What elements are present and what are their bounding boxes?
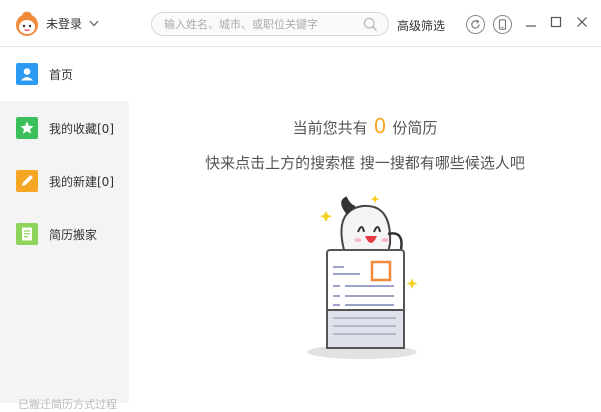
advanced-filter-button[interactable]: 高级筛选 xyxy=(397,17,445,34)
sidebar-item-favorites[interactable]: 我的收藏[0] xyxy=(0,101,129,155)
minimize-icon[interactable] xyxy=(523,14,539,30)
sidebar-item-label: 我的新建[0] xyxy=(49,174,114,189)
count-suffix: 份简历 xyxy=(392,119,438,137)
search-hint: 快来点击上方的搜索框 搜一搜都有哪些候选人吧 xyxy=(205,154,525,172)
title-bar: 未登录 高级筛选 xyxy=(0,0,601,47)
chevron-down-icon xyxy=(89,20,99,27)
empty-state-illustration xyxy=(307,195,418,359)
user-menu[interactable]: 未登录 xyxy=(14,10,99,37)
sidebar-item-label: 首页 xyxy=(49,67,74,82)
sidebar-item-resume-move[interactable]: 简历搬家 xyxy=(0,207,129,261)
sidebar-item-label: 我的收藏[0] xyxy=(49,121,114,136)
mobile-button[interactable] xyxy=(493,15,512,34)
pencil-icon xyxy=(16,170,38,192)
close-icon[interactable] xyxy=(574,14,590,30)
sidebar-footer-text: 已搬迁简历方式过程 xyxy=(18,398,117,411)
refresh-button[interactable] xyxy=(466,15,485,34)
user-name-label: 未登录 xyxy=(46,17,83,31)
sidebar-item-created[interactable]: 我的新建[0] xyxy=(0,154,129,208)
search-input[interactable] xyxy=(164,16,354,32)
resume-count: 0 xyxy=(373,114,387,138)
maximize-icon[interactable] xyxy=(548,14,564,30)
phone-icon xyxy=(498,19,507,30)
document-icon xyxy=(16,223,38,245)
search-icon[interactable] xyxy=(363,17,378,32)
search-box[interactable] xyxy=(151,12,389,36)
sidebar-item-home[interactable]: 首页 xyxy=(0,47,129,101)
star-icon xyxy=(16,117,38,139)
avatar-icon xyxy=(16,11,38,36)
count-prefix: 当前您共有 xyxy=(292,119,368,137)
sidebar: 首页 我的收藏[0] 我的新建[0] 简历搬家 xyxy=(0,47,129,403)
person-icon xyxy=(16,63,38,85)
sidebar-item-label: 简历搬家 xyxy=(49,227,98,242)
refresh-icon xyxy=(471,19,480,29)
resume-count-message: 当前您共有 0 份简历 xyxy=(129,114,601,138)
